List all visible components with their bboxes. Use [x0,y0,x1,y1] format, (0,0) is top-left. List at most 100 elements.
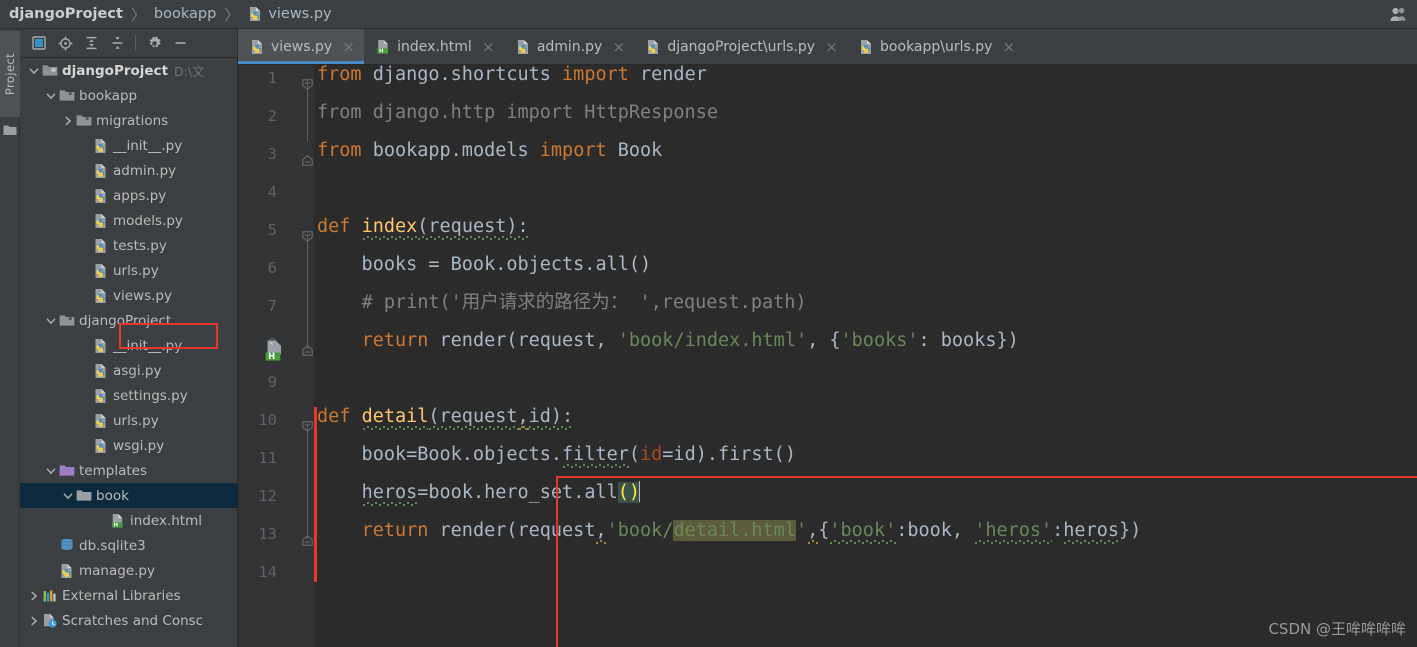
code-line[interactable]: heros=book.hero_set.all() [317,474,641,512]
code-editor[interactable]: 1234567891011121314H from django.shortcu… [238,65,1417,647]
html-file-gutter-icon[interactable]: H [262,339,286,369]
code-line[interactable]: # print('用户请求的路径为： ',request.path) [317,284,807,322]
expand-all-icon[interactable] [80,32,102,54]
fold-top-handle[interactable] [302,417,313,432]
people-icon[interactable] [1389,6,1407,23]
close-icon[interactable]: × [612,38,626,56]
code-line[interactable]: books = Book.objects.all() [317,246,652,284]
tree-item-index-html[interactable]: Hindex.html [20,508,238,533]
chevron-right-icon[interactable] [27,589,40,602]
editor-tab-bookapp-urls-py[interactable]: bookapp\urls.py × [847,29,1024,64]
tree-item-admin-py[interactable]: admin.py [20,158,238,183]
tree-item-templates[interactable]: templates [20,458,238,483]
tree-item-djangoproject[interactable]: djangoProject D:\文 [20,58,238,83]
chevron-down-icon[interactable] [44,314,57,327]
settings-gear-icon[interactable] [143,32,165,54]
close-icon[interactable]: × [342,38,355,56]
tree-item-label: bookapp [79,87,138,104]
project-tree[interactable]: djangoProject D:\文 bookapp migrations __init… [20,58,238,647]
code-line[interactable]: return render(request,'book/detail.html'… [317,512,1141,550]
python-file-icon [92,388,109,404]
line-number: 2 [267,107,277,125]
tree-item-views-py[interactable]: views.py [20,283,238,308]
code-text[interactable]: from django.shortcuts import render from … [317,65,1417,647]
breadcrumb-item-bookapp[interactable]: bookapp [154,6,216,22]
locate-icon[interactable] [54,32,76,54]
breadcrumb-item-project[interactable]: djangoProject [9,6,123,22]
tree-item-init-py[interactable]: __init__.py [20,333,238,358]
chevron-down-icon[interactable] [44,464,57,477]
python-file-icon [92,413,109,429]
fold-bottom-handle[interactable] [302,341,313,356]
code-line[interactable]: def index(request): [317,208,529,246]
tree-item-settings-py[interactable]: settings.py [20,383,238,408]
python-file-icon [92,238,109,254]
tree-item-apps-py[interactable]: apps.py [20,183,238,208]
fold-top-handle[interactable] [302,75,313,90]
tree-item-label: wsgi.py [113,437,165,454]
tree-item-djangoproject[interactable]: djangoProject [20,308,238,333]
chevron-right-icon[interactable] [27,614,40,627]
chevron-down-icon[interactable] [27,64,40,77]
line-number: 11 [258,449,277,467]
code-line[interactable]: def detail(request,id): [317,398,574,436]
tree-item-bookapp[interactable]: bookapp [20,83,238,108]
code-folding-rail[interactable] [302,65,314,647]
editor-tab-admin-py[interactable]: admin.py × [504,29,635,64]
chevron-down-icon[interactable] [44,89,57,102]
breadcrumb-separator: 〉 [130,5,146,24]
toolbar-divider [135,35,136,51]
tree-item-migrations[interactable]: migrations [20,108,238,133]
select-opened-file-icon[interactable] [28,32,50,54]
code-line[interactable]: from bookapp.models import Book [317,132,662,170]
tree-item-label: templates [79,462,147,479]
tree-item-label: asgi.py [113,362,162,379]
line-number: 14 [258,563,277,581]
tree-item-init-py[interactable]: __init__.py [20,133,238,158]
tree-item-label: djangoProject [79,312,172,329]
editor-tab-label: djangoProject\urls.py [667,38,816,55]
python-file-icon [645,39,661,55]
code-line[interactable]: book=Book.objects.filter(id=id).first() [317,436,796,474]
python-file-icon [515,39,531,55]
editor-tab-views-py[interactable]: views.py × [238,29,365,64]
code-line[interactable]: from django.http import HttpResponse [317,94,718,132]
tree-item-external-libraries[interactable]: External Libraries [20,583,238,608]
tree-item-db-sqlite3[interactable]: db.sqlite3 [20,533,238,558]
svg-text:H: H [114,522,119,528]
editor-tab-label: index.html [397,38,472,55]
tree-item-label: urls.py [113,412,159,429]
fold-top-handle[interactable] [302,227,313,242]
fold-bottom-handle[interactable] [302,531,313,546]
close-icon[interactable]: × [482,38,495,56]
tree-item-book[interactable]: book [20,483,238,508]
chevron-right-icon[interactable] [61,114,74,127]
close-icon[interactable]: × [1002,38,1016,56]
tree-item-models-py[interactable]: models.py [20,208,238,233]
hide-window-icon[interactable] [169,32,191,54]
chevron-down-icon[interactable] [61,489,74,502]
tree-item-urls-py[interactable]: urls.py [20,408,238,433]
tree-item-asgi-py[interactable]: asgi.py [20,358,238,383]
tree-item-urls-py[interactable]: urls.py [20,258,238,283]
tree-item-scratches-and-consc[interactable]: Scratches and Consc [20,608,238,633]
breadcrumb-item-file[interactable]: views.py [247,6,332,22]
code-line[interactable]: from django.shortcuts import render [317,65,707,94]
close-icon[interactable]: × [825,38,838,56]
code-line[interactable]: return render(request, 'book/index.html'… [317,322,1019,360]
folder-source-icon [75,113,92,129]
tool-tab-project[interactable]: Project [0,31,20,117]
tree-item-wsgi-py[interactable]: wsgi.py [20,433,238,458]
watermark: CSDN @王哞哞哞哞 [1268,620,1406,638]
editor-tab-index-html[interactable]: Hindex.html × [364,29,504,64]
tree-item-tests-py[interactable]: tests.py [20,233,238,258]
collapse-all-icon[interactable] [106,32,128,54]
editor-tab-djangoproject-urls-py[interactable]: djangoProject\urls.py × [634,29,847,64]
tree-item-manage-py[interactable]: manage.py [20,558,238,583]
fold-bottom-handle[interactable] [302,151,313,166]
tree-item-path: D:\文 [174,64,205,79]
